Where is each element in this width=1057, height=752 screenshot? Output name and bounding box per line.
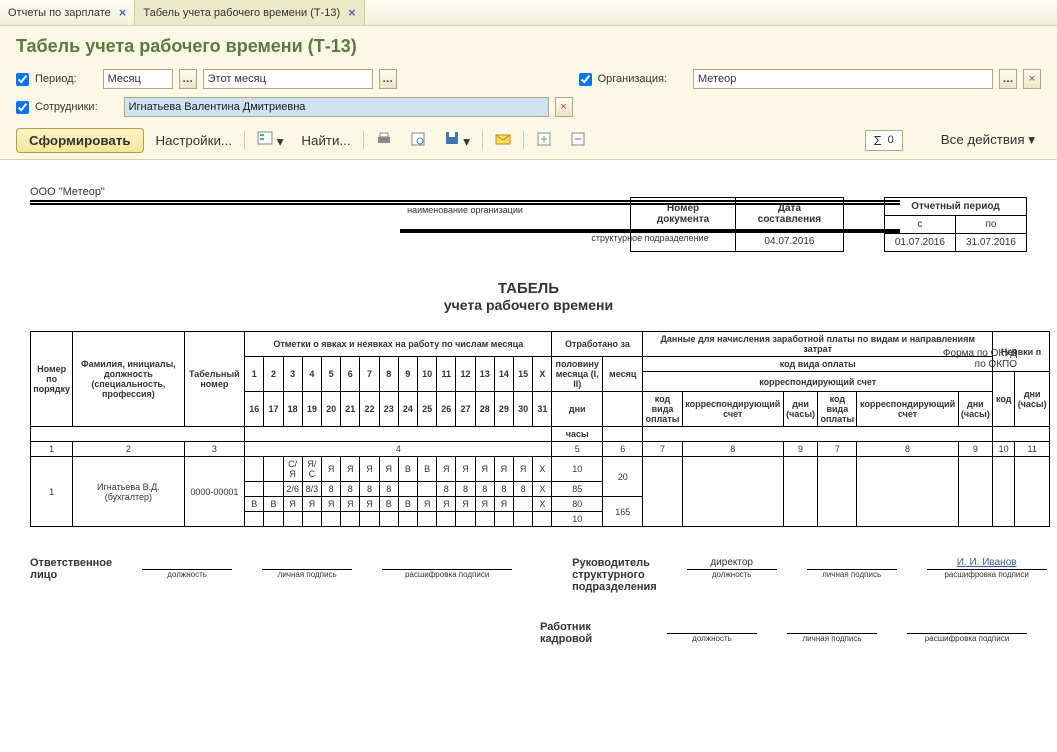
sigma-icon: Σ [874,133,882,148]
collapse-icon[interactable] [564,128,592,153]
emp-field[interactable]: Игнатьева Валентина Дмитриевна [124,97,549,117]
sigma-value: 0 [888,134,894,146]
expand-icon[interactable] [530,128,558,153]
close-icon[interactable]: × [348,5,356,20]
tab-bar: Отчеты по зарплате × Табель учета рабоче… [0,0,1057,26]
presets-icon[interactable]: ▾ [251,127,289,153]
clear-button[interactable]: × [555,97,573,117]
doc-number-table: Номер документаДата составления 04.07.20… [630,197,844,252]
ellipsis-button[interactable]: … [179,69,197,89]
all-actions-button[interactable]: Все действия ▾ [935,129,1041,151]
emp-label: Сотрудники: [35,101,98,113]
generate-button[interactable]: Сформировать [16,128,144,153]
ellipsis-button[interactable]: … [999,69,1017,89]
settings-button[interactable]: Настройки... [150,130,238,151]
period-label: Период: [35,73,77,85]
doc-subtitle: учета рабочего времени [30,297,1027,313]
mail-icon[interactable] [489,128,517,153]
preview-icon[interactable] [404,128,432,153]
filter-bar-2: Сотрудники: Игнатьева Валентина Дмитриев… [0,93,1057,121]
timesheet-table: Номер по порядку Фамилия, инициалы, долж… [30,331,1050,527]
signatures: Ответственное лицо должность личная подп… [30,557,1027,593]
filter-bar-1: Период: Месяц … Этот месяц … Организация… [0,65,1057,93]
form-codes: Форма по ОКУД по ОКПО [943,348,1017,370]
sigma-box: Σ 0 [865,130,903,151]
org-label: Организация: [598,73,667,85]
ellipsis-button[interactable]: … [379,69,397,89]
clear-button[interactable]: × [1023,69,1041,89]
table-row: 1 Игнатьева В.Д. (бухгалтер) 0000-00001 … [31,457,1050,482]
org-checkbox[interactable] [579,73,592,86]
tab-timesheet[interactable]: Табель учета рабочего времени (Т-13) × [135,0,364,25]
close-icon[interactable]: × [119,5,127,20]
period-mode-field[interactable]: Месяц [103,69,173,89]
save-icon[interactable]: ▾ [438,127,476,153]
emp-checkbox[interactable] [16,101,29,114]
report-period-table: Отчетный период спо 01.07.201631.07.2016 [884,197,1027,252]
period-value-field[interactable]: Этот месяц [203,69,373,89]
signatures-hr: Работник кадровой должность личная подпи… [540,621,1027,645]
page-title: Табель учета рабочего времени (Т-13) [0,26,1057,65]
toolbar: Сформировать Настройки... ▾ Найти... ▾ Σ… [0,121,1057,160]
period-checkbox[interactable] [16,73,29,86]
doc-title: ТАБЕЛЬ [30,280,1027,297]
report-area: Форма по ОКУД по ОКПО ООО "Метеор" наиме… [0,160,1057,752]
find-button[interactable]: Найти... [295,130,356,151]
tab-label: Табель учета рабочего времени (Т-13) [143,7,340,19]
doc-meta-tables: Номер документаДата составления 04.07.20… [630,197,1027,252]
tab-label: Отчеты по зарплате [8,7,111,19]
print-icon[interactable] [370,128,398,153]
tab-salary-reports[interactable]: Отчеты по зарплате × [0,0,135,25]
org-field[interactable]: Метеор [693,69,993,89]
